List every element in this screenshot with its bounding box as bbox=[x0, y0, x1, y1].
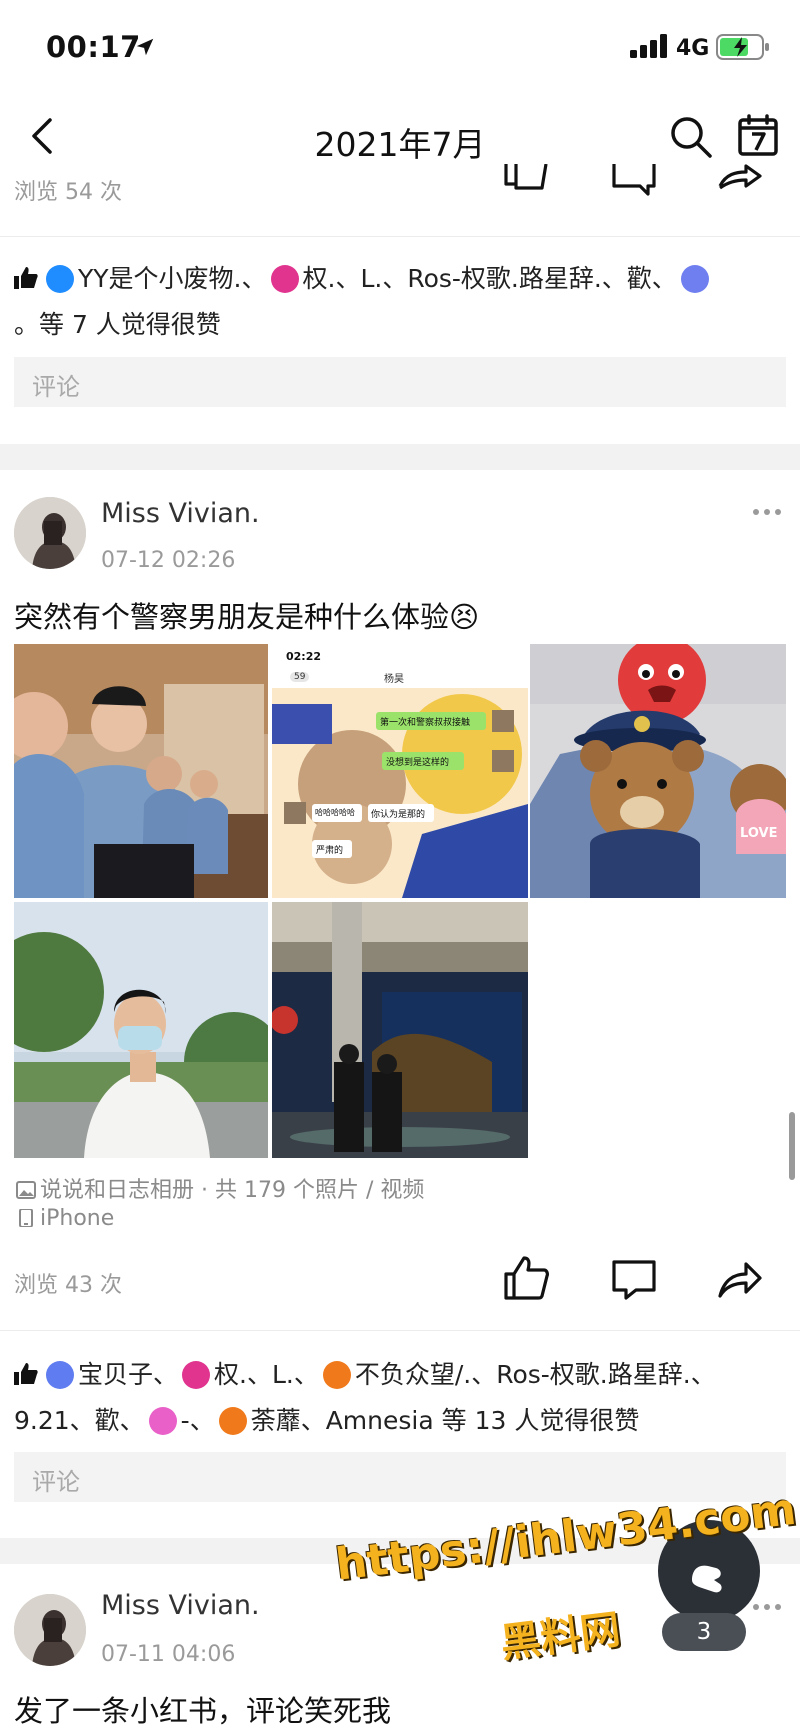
device-text: iPhone bbox=[40, 1206, 115, 1231]
likes-count-text: 荼蘼、Amnesia 等 13 人觉得很赞 bbox=[250, 1406, 640, 1435]
likes-names[interactable]: YY是个小废物.、 bbox=[78, 264, 267, 293]
likes-count-text: 。等 7 人觉得很赞 bbox=[14, 310, 221, 339]
liker-avatar[interactable] bbox=[46, 1361, 74, 1389]
chat-contact-name: 杨昊 bbox=[384, 674, 404, 685]
author-name[interactable]: Miss Vivian. bbox=[101, 498, 260, 529]
nav-bar: 2021年7月 bbox=[0, 100, 800, 178]
post-photo-chat-screenshot[interactable]: 02:22 59 杨昊 第一次和警察叔叔接触 没想到是这样的 哈哈哈哈哈 你认为… bbox=[272, 644, 528, 898]
thumb-up-icon bbox=[14, 267, 38, 289]
liker-avatar[interactable] bbox=[46, 265, 74, 293]
image-icon bbox=[16, 1181, 36, 1199]
likes-list: 宝贝子、 权.、L.、 不负众望/.、Ros-权歌.路星辞.、 9.21、歡、 -、 荼… bbox=[14, 1352, 790, 1444]
like-icon[interactable] bbox=[502, 164, 550, 204]
divider bbox=[0, 236, 800, 237]
search-icon[interactable] bbox=[668, 114, 714, 160]
device-info: iPhone bbox=[16, 1206, 114, 1231]
author-avatar[interactable] bbox=[14, 1594, 86, 1666]
chat-time: 02:22 bbox=[286, 650, 322, 663]
likes-names[interactable]: 权.、L.、 bbox=[214, 1360, 319, 1389]
chat-message: 你认为是那的 bbox=[371, 810, 426, 820]
scrollbar[interactable] bbox=[789, 1112, 795, 1180]
comment-input[interactable]: 评论 bbox=[14, 357, 786, 407]
more-icon[interactable] bbox=[752, 507, 782, 517]
status-time: 00:17 bbox=[46, 30, 141, 64]
post-photo[interactable] bbox=[14, 644, 268, 898]
like-icon[interactable] bbox=[502, 1254, 550, 1302]
likes-names[interactable]: 不负众望/.、Ros-权歌.路星辞.、 bbox=[355, 1360, 716, 1389]
chat-message: 哈哈哈哈哈 bbox=[315, 808, 355, 817]
photo-sticker-text: LOVE bbox=[740, 826, 778, 841]
divider bbox=[0, 1330, 800, 1331]
location-arrow-icon bbox=[136, 38, 154, 56]
liker-avatar[interactable] bbox=[270, 265, 299, 293]
liker-avatar[interactable] bbox=[680, 265, 709, 293]
likes-list: YY是个小废物.、 权.、L.、Ros-权歌.路星辞.、歡、 。等 7 人觉得很赞 bbox=[14, 256, 790, 348]
likes-names[interactable]: 宝贝子、 bbox=[78, 1360, 178, 1389]
phone-icon bbox=[19, 1209, 33, 1227]
post-time: 07-11 04:06 bbox=[101, 1642, 236, 1667]
post-text: 发了一条小红书，评论笑死我 bbox=[14, 1694, 392, 1728]
post-photo[interactable]: LOVE bbox=[530, 644, 786, 898]
author-avatar[interactable] bbox=[14, 497, 86, 569]
post-text: 突然有个警察男朋友是种什么体验😣 bbox=[14, 600, 480, 634]
thumb-up-icon bbox=[14, 1363, 38, 1385]
album-info[interactable]: 说说和日志相册 · 共 179 个照片 / 视频 bbox=[16, 1172, 424, 1204]
comment-icon[interactable] bbox=[610, 164, 658, 204]
likes-names[interactable]: -、 bbox=[181, 1406, 215, 1435]
comment-icon[interactable] bbox=[610, 1256, 658, 1304]
calendar-icon[interactable] bbox=[736, 114, 780, 158]
views-count: 浏览 43 次 bbox=[14, 1273, 122, 1298]
liker-avatar[interactable] bbox=[322, 1361, 351, 1389]
views-count: 浏览 54 次 bbox=[14, 180, 122, 205]
comment-input[interactable]: 评论 bbox=[14, 1452, 786, 1502]
chat-message: 严肃的 bbox=[316, 846, 344, 856]
signal-icon bbox=[630, 34, 667, 58]
album-text: 说说和日志相册 · 共 179 个照片 / 视频 bbox=[40, 1178, 425, 1203]
share-icon[interactable] bbox=[716, 164, 764, 204]
share-icon[interactable] bbox=[716, 1256, 764, 1304]
status-bar: 00:17 4G bbox=[0, 0, 800, 100]
post-time: 07-12 02:26 bbox=[101, 548, 236, 573]
post-photo[interactable] bbox=[272, 902, 528, 1158]
post-photo[interactable] bbox=[14, 902, 268, 1158]
chat-message: 第一次和警察叔叔接触 bbox=[380, 718, 471, 728]
watermark-name: 黑料网 bbox=[498, 1606, 623, 1668]
liker-avatar[interactable] bbox=[218, 1407, 247, 1435]
battery-icon bbox=[716, 34, 769, 60]
network-type: 4G bbox=[676, 36, 710, 61]
liker-avatar[interactable] bbox=[182, 1361, 211, 1389]
likes-names[interactable]: 9.21、歡、 bbox=[14, 1406, 145, 1435]
liker-avatar[interactable] bbox=[148, 1407, 177, 1435]
author-name[interactable]: Miss Vivian. bbox=[101, 1590, 260, 1621]
post-separator bbox=[0, 444, 800, 470]
chat-back-count: 59 bbox=[290, 672, 310, 682]
unread-count-badge: 3 bbox=[662, 1613, 746, 1651]
likes-names[interactable]: 权.、L.、Ros-权歌.路星辞.、歡、 bbox=[303, 264, 677, 293]
chat-message: 没想到是这样的 bbox=[386, 758, 450, 768]
